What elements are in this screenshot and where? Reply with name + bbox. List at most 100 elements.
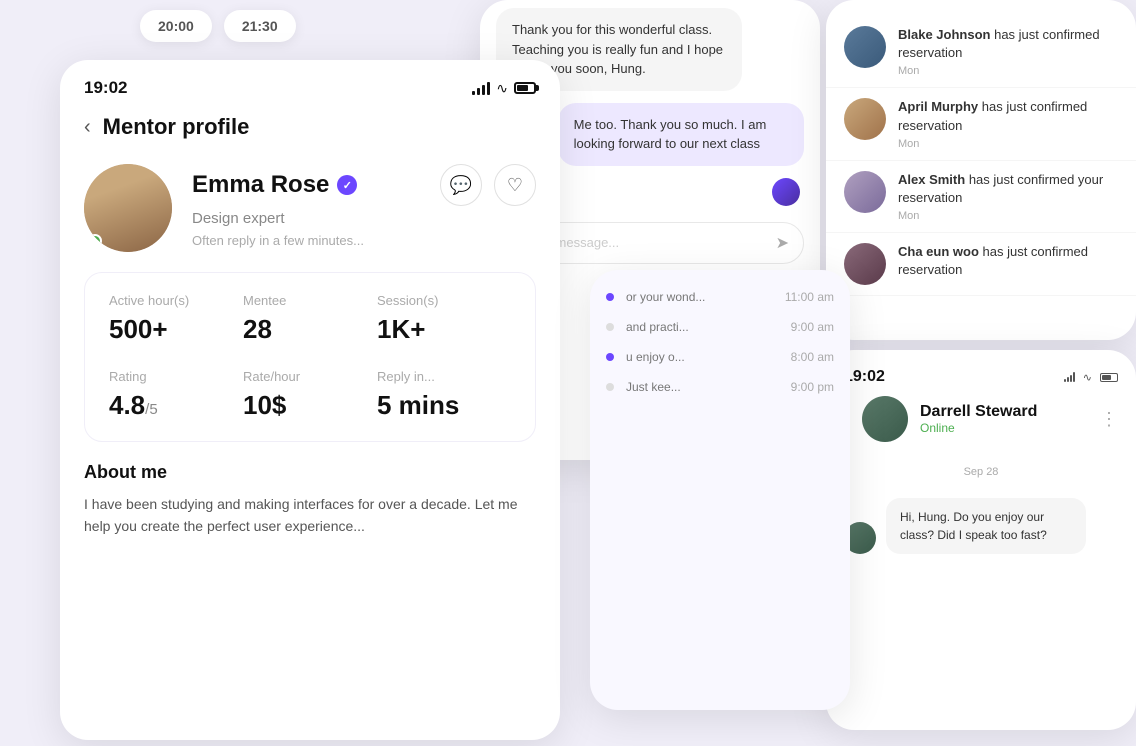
notif-content: April Murphy has just confirmed reservat…	[898, 98, 1118, 149]
schedule-text: or your wond...	[614, 290, 785, 304]
notif-item-3[interactable]: Alex Smith has just confirmed your reser…	[826, 161, 1136, 233]
person-name: Darrell Steward	[920, 403, 1037, 421]
send-button[interactable]: ➤	[776, 233, 789, 253]
notif-content: Alex Smith has just confirmed your reser…	[898, 171, 1118, 222]
chat-detail-time: 19:02	[844, 368, 885, 386]
chat-detail-person: ‹ Darrell Steward Online ⋮	[826, 396, 1136, 458]
schedule-item-4: Just kee... 9:00 pm	[606, 380, 834, 394]
stat-label: Rate/hour	[243, 369, 377, 384]
chat-detail-status-icons: ∿	[1064, 371, 1118, 384]
schedule-text: u enjoy o...	[614, 350, 791, 364]
stat-reply: Reply in... 5 mins	[377, 369, 511, 421]
notif-text: Cha eun woo has just confirmed reservati…	[898, 243, 1118, 279]
person-info: Darrell Steward Online	[920, 403, 1037, 435]
battery-icon	[514, 82, 536, 94]
time-pill-1[interactable]: 20:00	[140, 10, 212, 42]
verified-badge-icon: ✓	[337, 175, 357, 195]
stat-value: 28	[243, 314, 377, 345]
stat-mentee: Mentee 28	[243, 293, 377, 345]
notif-avatar-cha	[844, 243, 886, 285]
mentor-avatar	[84, 164, 172, 252]
chat-detail-card: 19:02 ∿ ‹ Darrell Steward Online ⋮ Sep 2…	[826, 350, 1136, 730]
time-pill-2[interactable]: 21:30	[224, 10, 296, 42]
date-separator: Sep 28	[844, 466, 1118, 478]
schedule-item-1: or your wond... 11:00 am	[606, 290, 834, 304]
schedule-item-2: and practi... 9:00 am	[606, 320, 834, 334]
about-title: About me	[84, 462, 536, 483]
schedule-card: or your wond... 11:00 am and practi... 9…	[590, 270, 850, 710]
notif-content: Blake Johnson has just confirmed reserva…	[898, 26, 1118, 77]
message-button[interactable]: 💬	[440, 164, 482, 206]
status-time: 19:02	[84, 78, 127, 98]
sender-avatar	[772, 178, 800, 206]
signal-icon-small	[1064, 372, 1075, 382]
about-section: About me I have been studying and making…	[60, 462, 560, 538]
notif-avatar-alex	[844, 171, 886, 213]
favorite-button[interactable]: ♡	[494, 164, 536, 206]
stat-label: Reply in...	[377, 369, 511, 384]
mentor-name: Emma Rose ✓	[192, 171, 357, 199]
notif-item-1[interactable]: Blake Johnson has just confirmed reserva…	[826, 16, 1136, 88]
mentor-name-row: Emma Rose ✓ 💬 ♡	[192, 164, 536, 206]
schedule-dot	[606, 383, 614, 391]
notif-avatar-april	[844, 98, 886, 140]
wifi-icon: ∿	[496, 80, 508, 97]
stat-rate: Rate/hour 10$	[243, 369, 377, 421]
notif-time: Mon	[898, 65, 1118, 77]
time-pills: 20:00 21:30	[140, 10, 296, 42]
online-status-dot	[88, 234, 102, 248]
mentor-profile-title: Mentor profile	[103, 114, 250, 140]
mentor-actions: 💬 ♡	[440, 164, 536, 206]
schedule-time: 8:00 am	[791, 350, 834, 364]
schedule-text: Just kee...	[614, 380, 791, 394]
stat-value: 500+	[109, 314, 243, 345]
darrell-avatar	[862, 396, 908, 442]
about-text: I have been studying and making interfac…	[84, 493, 536, 538]
back-nav: ‹ Mentor profile	[60, 106, 560, 156]
stat-value: 1K+	[377, 314, 511, 345]
stat-label: Session(s)	[377, 293, 511, 308]
schedule-time: 9:00 pm	[791, 380, 834, 394]
stat-label: Mentee	[243, 293, 377, 308]
battery-icon-small	[1100, 373, 1118, 382]
schedule-time: 9:00 am	[791, 320, 834, 334]
detail-message-row: Hi, Hung. Do you enjoy our class? Did I …	[844, 498, 1118, 554]
notif-avatar-blake	[844, 26, 886, 68]
mentor-reply-time: Often reply in a few minutes...	[192, 233, 536, 248]
notif-item-2[interactable]: April Murphy has just confirmed reservat…	[826, 88, 1136, 160]
mentor-role: Design expert	[192, 210, 536, 227]
schedule-text: and practi...	[614, 320, 791, 334]
schedule-time: 11:00 am	[785, 290, 834, 304]
person-status: Online	[920, 421, 1037, 435]
stat-active-hours: Active hour(s) 500+	[109, 293, 243, 345]
stat-rating: Rating 4.8/5	[109, 369, 243, 421]
chat-message-sent: Me too. Thank you so much. I am looking …	[558, 103, 804, 166]
chat-detail-header: 19:02 ∿	[826, 350, 1136, 396]
stat-value: 5 mins	[377, 390, 511, 421]
schedule-dot	[606, 323, 614, 331]
stat-value: 4.8/5	[109, 390, 243, 421]
schedule-items: or your wond... 11:00 am and practi... 9…	[590, 270, 850, 414]
status-bar: 19:02 ∿	[60, 60, 560, 106]
chat-detail-messages: Sep 28 Hi, Hung. Do you enjoy our class?…	[826, 458, 1136, 562]
notif-text: Alex Smith has just confirmed your reser…	[898, 171, 1118, 207]
wifi-icon-small: ∿	[1083, 371, 1092, 384]
notifications-card: Blake Johnson has just confirmed reserva…	[826, 0, 1136, 340]
stat-label: Rating	[109, 369, 243, 384]
schedule-dot	[606, 353, 614, 361]
detail-message-bubble: Hi, Hung. Do you enjoy our class? Did I …	[886, 498, 1086, 554]
schedule-item-3: u enjoy o... 8:00 am	[606, 350, 834, 364]
stats-box: Active hour(s) 500+ Mentee 28 Session(s)…	[84, 272, 536, 442]
mentor-profile-card: 19:02 ∿ ‹ Mentor profile Emma Rose ✓	[60, 60, 560, 740]
notifications-list: Blake Johnson has just confirmed reserva…	[826, 0, 1136, 312]
notif-time: Mon	[898, 210, 1118, 222]
stat-sessions: Session(s) 1K+	[377, 293, 511, 345]
back-arrow-icon[interactable]: ‹	[84, 116, 91, 139]
notif-item-4[interactable]: Cha eun woo has just confirmed reservati…	[826, 233, 1136, 296]
signal-icon	[472, 81, 490, 95]
notif-content: Cha eun woo has just confirmed reservati…	[898, 243, 1118, 282]
more-options-icon[interactable]: ⋮	[1100, 409, 1118, 430]
notif-text: April Murphy has just confirmed reservat…	[898, 98, 1118, 134]
stat-value: 10$	[243, 390, 377, 421]
notif-time: Mon	[898, 138, 1118, 150]
